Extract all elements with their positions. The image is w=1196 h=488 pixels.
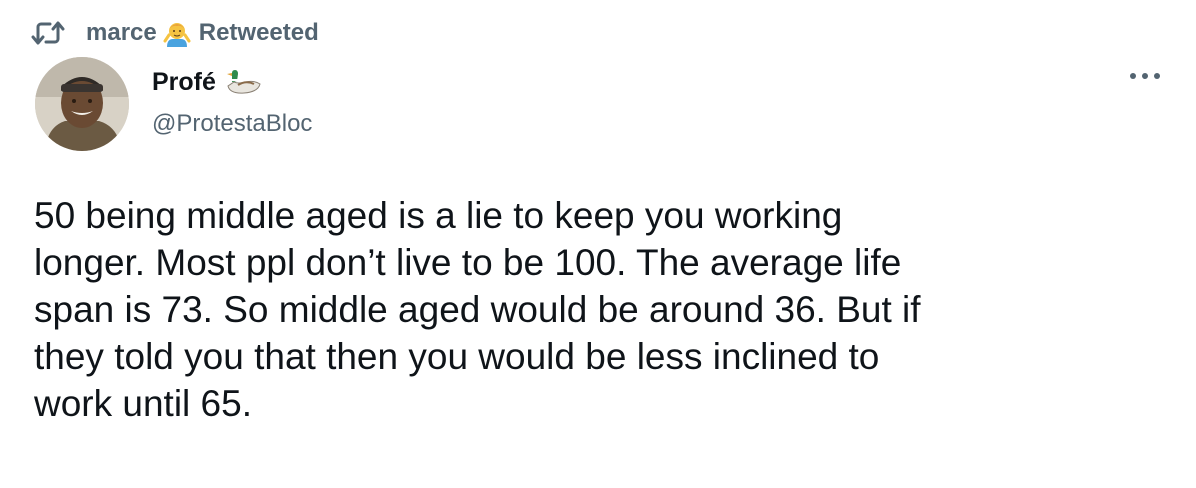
tweet-text: 50 being middle aged is a lie to keep yo… (34, 195, 921, 424)
tweet-card[interactable]: marce Retweeted Profé @ProtestaBloc 50 b… (0, 0, 1196, 488)
retweet-context: marce Retweeted (30, 18, 319, 48)
duck-emoji (224, 68, 264, 96)
more-dot (1142, 73, 1148, 79)
author-block: Profé @ProtestaBloc (152, 64, 312, 138)
avatar[interactable] (35, 57, 129, 151)
retweeted-label: Retweeted (198, 19, 319, 46)
retweeter-name[interactable]: marce (86, 18, 157, 48)
more-dot (1130, 73, 1136, 79)
person-gesturing-emoji (163, 19, 191, 47)
more-options-icon[interactable] (1130, 66, 1160, 86)
more-dot (1154, 73, 1160, 79)
display-name[interactable]: Profé (152, 68, 216, 97)
retweet-icon (30, 18, 66, 48)
user-handle[interactable]: @ProtestaBloc (152, 110, 312, 138)
